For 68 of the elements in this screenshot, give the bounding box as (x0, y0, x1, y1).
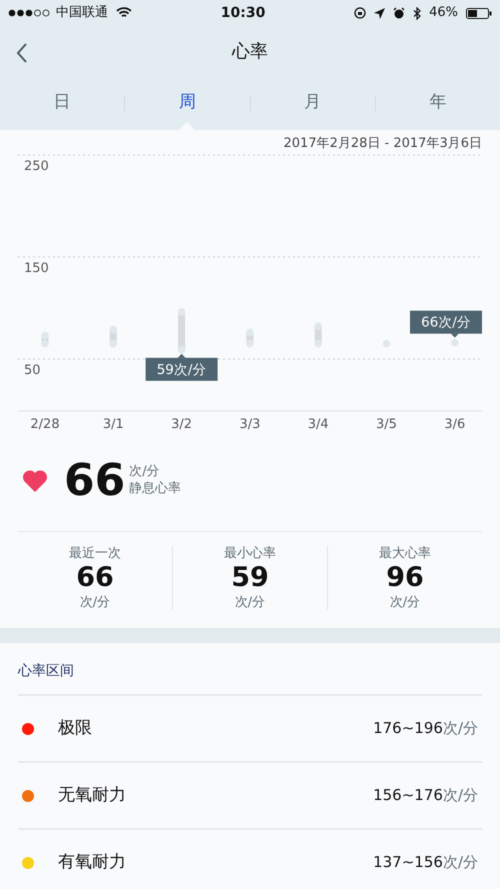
stat-value: 66 (76, 563, 114, 593)
axis-tick-label: 50 (24, 363, 41, 378)
status-time: 10:30 (220, 4, 266, 22)
stat-label: 最近一次 (69, 544, 121, 563)
range-line (178, 312, 186, 350)
unit-label: 次/分 (129, 464, 161, 480)
unit-label: 次/分 (442, 718, 478, 740)
heart-icon (22, 468, 48, 492)
data-point (451, 338, 459, 346)
zone-name: 无氧耐力 (58, 784, 127, 807)
axis-label: 3/5 (376, 417, 397, 430)
range-line (110, 329, 117, 344)
stat-value: 96 (386, 563, 424, 593)
tooltip: 59次/分 (146, 354, 218, 381)
axis-label: 3/3 (239, 417, 260, 430)
zone-name: 极限 (58, 716, 93, 740)
date-range: 2017年2月28日 - 2017年3月6日 (284, 136, 482, 151)
data-point (178, 346, 186, 354)
unit-label: 次/分 (442, 852, 478, 874)
data-point (314, 322, 322, 330)
signal-icon (8, 9, 52, 17)
back-icon (16, 42, 28, 63)
range-line (246, 332, 254, 344)
wifi-icon (116, 7, 132, 19)
stat-value: 59 (231, 563, 269, 593)
zone-range: 156~176 (373, 785, 443, 806)
battery-percent: 46% (429, 4, 458, 22)
data-point (110, 340, 118, 348)
alarm-icon (393, 7, 406, 19)
resting-label: 静息心率 (129, 480, 182, 498)
annotation: 59次/分 (156, 362, 206, 378)
section-title: 心率区间 (18, 662, 75, 681)
period-tab[interactable]: 日 (0, 76, 124, 130)
page-title: 心率 (232, 40, 268, 64)
unit-label: 次/分 (80, 594, 110, 612)
resting-heart-rate: 66 (64, 458, 126, 502)
annotation: 66次/分 (421, 314, 471, 331)
axis-tick-label: 250 (24, 159, 49, 174)
axis-tick-label: 150 (24, 261, 49, 276)
carrier-name: 中国联通 (56, 4, 108, 22)
tooltip: 66次/分 (410, 310, 482, 338)
data-point (246, 328, 254, 336)
unit-label: 次/分 (234, 594, 266, 612)
axis-label: 2/28 (30, 417, 60, 430)
rotation-lock-icon (354, 7, 366, 19)
stat-label: 最小心率 (224, 544, 276, 563)
unit-label: 次/分 (390, 594, 420, 612)
axis-label: 3/6 (444, 417, 466, 430)
zone-name: 有氧耐力 (58, 850, 127, 874)
axis-label: 3/2 (171, 417, 192, 430)
data-point (246, 340, 254, 348)
data-point (314, 340, 322, 348)
data-point (382, 340, 390, 348)
battery-icon (466, 8, 492, 18)
period-tab[interactable]: 年 (376, 76, 500, 130)
period-tab[interactable]: 周 (125, 76, 250, 130)
stat-label: 最大心率 (379, 544, 431, 563)
data-point (178, 308, 186, 316)
axis-label: 3/1 (102, 417, 124, 430)
zone-range: 137~156 (373, 852, 443, 874)
unit-label: 次/分 (442, 785, 478, 806)
range-line (314, 326, 322, 344)
axis-label: 3/4 (308, 417, 329, 430)
period-tab[interactable]: 月 (250, 76, 375, 130)
bluetooth-icon (413, 6, 422, 20)
zone-range: 176~196 (373, 718, 443, 740)
data-point (110, 326, 118, 334)
location-icon (374, 8, 386, 18)
